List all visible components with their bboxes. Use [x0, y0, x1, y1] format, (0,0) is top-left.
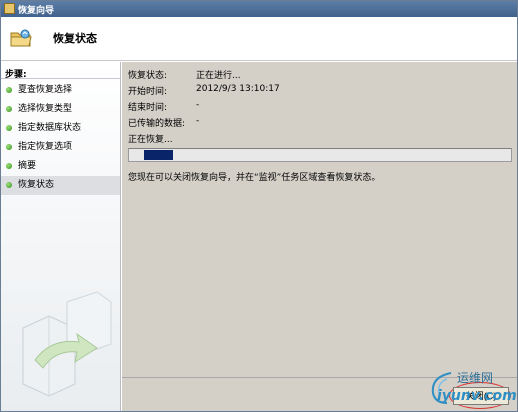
step-bullet-icon — [6, 87, 12, 93]
step-label: 指定恢复选项 — [18, 142, 73, 152]
footer-divider — [122, 377, 517, 378]
field-label: 开始时间: — [128, 87, 168, 97]
step-bullet-icon — [6, 163, 12, 169]
title-bar: 恢复向导 — [1, 1, 517, 17]
field-value: 2012/9/3 13:10:17 — [196, 84, 280, 94]
restore-arrow-illustration-icon — [22, 291, 112, 397]
close-button[interactable]: 关闭(C) — [453, 387, 509, 405]
field-value: - — [196, 116, 200, 126]
close-hint-text: 您现在可以关闭恢复向导，并在“监视”任务区域查看恢复状态。 — [128, 173, 381, 183]
steps-sidebar: 步骤: 夏查恢复选择 选择恢复类型 指定数据库状态 指定恢复选项 摘要 恢复状态 — [1, 62, 121, 411]
restore-wizard-window: 恢复向导 恢复状态 步骤: 夏查恢复选择 选择恢复类型 指定数据库状态 指定恢复… — [0, 0, 518, 412]
page-title: 恢复状态 — [53, 32, 97, 45]
step-item-recovery-type[interactable]: 选择恢复类型 — [1, 100, 120, 119]
window-title: 恢复向导 — [18, 6, 55, 16]
wizard-header: 恢复状态 — [1, 17, 517, 61]
step-item-summary[interactable]: 摘要 — [1, 157, 120, 176]
step-item-recovery-status[interactable]: 恢复状态 — [1, 176, 120, 195]
steps-divider — [1, 78, 120, 79]
field-value: 正在进行... — [196, 71, 241, 81]
field-value: - — [196, 100, 200, 110]
step-bullet-icon — [6, 106, 12, 112]
step-bullet-icon — [6, 125, 12, 131]
restore-folder-icon — [10, 29, 32, 47]
step-bullet-icon — [6, 144, 12, 150]
step-label: 恢复状态 — [18, 180, 55, 190]
wizard-app-icon — [4, 3, 15, 14]
field-label: 恢复状态: — [128, 71, 168, 81]
step-item-recovery-options[interactable]: 指定恢复选项 — [1, 138, 120, 157]
step-list: 夏查恢复选择 选择恢复类型 指定数据库状态 指定恢复选项 摘要 恢复状态 — [1, 81, 120, 195]
step-bullet-icon — [6, 182, 12, 188]
field-label: 结束时间: — [128, 103, 168, 113]
step-label: 夏查恢复选择 — [18, 85, 73, 95]
step-label: 选择恢复类型 — [18, 104, 73, 114]
recovery-progress-bar — [128, 148, 512, 162]
step-label: 指定数据库状态 — [18, 123, 82, 133]
step-item-database-state[interactable]: 指定数据库状态 — [1, 119, 120, 138]
status-panel: 恢复状态: 正在进行... 开始时间: 2012/9/3 13:10:17 结束… — [122, 62, 517, 411]
progress-label-text: 正在恢复... — [128, 135, 173, 145]
step-label: 摘要 — [18, 161, 37, 171]
field-label: 已传输的数据: — [128, 119, 186, 129]
step-item-review-selection[interactable]: 夏查恢复选择 — [1, 81, 120, 100]
progress-bar-fill — [144, 150, 173, 160]
